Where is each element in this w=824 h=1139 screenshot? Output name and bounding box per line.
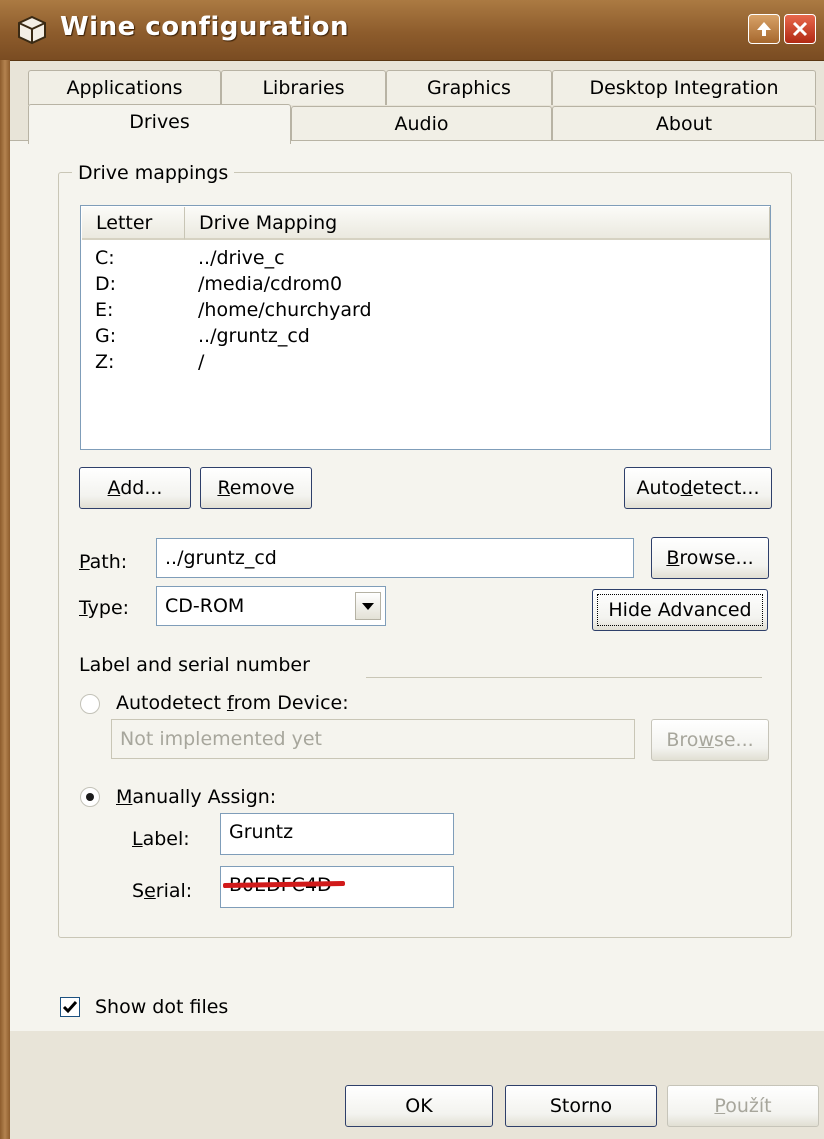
autodetect-device-label: Autodetect from Device: [116, 692, 349, 714]
drive-letter[interactable]: Z: [95, 349, 114, 375]
tab-applications[interactable]: Applications [28, 70, 221, 105]
window-frame [0, 60, 10, 1139]
add-button[interactable]: Add... [79, 467, 191, 509]
ok-button[interactable]: OK [345, 1085, 493, 1127]
tab-label: Drives [129, 111, 190, 133]
drive-mappings-legend: Drive mappings [72, 162, 235, 184]
tab-label: Libraries [262, 77, 345, 99]
manual-assign-radio[interactable] [80, 787, 100, 807]
remove-button[interactable]: Remove [200, 467, 312, 509]
drive-list[interactable]: Letter Drive Mapping C: ../drive_c D: /medi… [80, 205, 771, 450]
drive-letter[interactable]: D: [95, 271, 116, 297]
browse-button[interactable]: Browse... [651, 537, 769, 579]
apply-label: Použít [714, 1095, 772, 1117]
check-icon [62, 1001, 78, 1014]
serial-input[interactable]: B0EDFC4D [220, 866, 454, 908]
drive-mapping[interactable]: /home/churchyard [198, 297, 372, 323]
autodetect-label: Autodetect... [636, 477, 760, 499]
column-drive-mapping[interactable]: Drive Mapping [185, 207, 770, 240]
tab-drives[interactable]: Drives [28, 104, 291, 144]
tab-graphics[interactable]: Graphics [386, 70, 552, 105]
tab-label: Applications [66, 77, 183, 99]
tab-desktop-integration[interactable]: Desktop Integration [552, 70, 816, 105]
arrow-up-icon [757, 22, 771, 36]
tab-libraries[interactable]: Libraries [221, 70, 386, 105]
close-icon [792, 21, 808, 37]
window-title: Wine configuration [60, 12, 349, 42]
path-input[interactable]: ../gruntz_cd [156, 538, 634, 578]
restore-button[interactable] [748, 14, 780, 44]
cancel-button[interactable]: Storno [505, 1085, 657, 1127]
drive-mapping[interactable]: /media/cdrom0 [198, 271, 342, 297]
chevron-down-icon [362, 603, 374, 610]
drive-mapping[interactable]: ../gruntz_cd [198, 323, 310, 349]
drive-mapping[interactable]: / [198, 349, 204, 375]
autodetect-button[interactable]: Autodetect... [624, 467, 772, 509]
tab-label: Desktop Integration [589, 77, 779, 99]
autodetect-device-radio[interactable] [80, 694, 100, 714]
radio-dot [86, 793, 94, 801]
close-button[interactable] [784, 14, 816, 44]
path-label: Path: [79, 551, 128, 573]
add-label: Add... [107, 477, 163, 499]
drive-mapping[interactable]: ../drive_c [198, 245, 285, 271]
remove-label: Remove [217, 477, 295, 499]
type-label: Type: [79, 597, 130, 619]
show-dot-files-label: Show dot files [95, 996, 229, 1018]
type-select[interactable]: CD-ROM [156, 586, 386, 626]
tab-label: Audio [394, 113, 449, 135]
column-letter[interactable]: Letter [82, 207, 185, 240]
device-input[interactable]: Not implemented yet [111, 719, 635, 759]
tab-audio[interactable]: Audio [291, 106, 552, 141]
dropdown-button[interactable] [355, 592, 381, 620]
serial-section-title: Label and serial number [79, 654, 310, 676]
section-divider [366, 677, 762, 678]
label-label: Label: [132, 828, 190, 850]
label-input[interactable]: Gruntz [220, 813, 454, 855]
browse-device-label: Browse... [666, 729, 754, 751]
hide-advanced-button[interactable]: Hide Advanced [592, 589, 768, 631]
tab-about[interactable]: About [552, 106, 816, 141]
wine-app-icon [18, 15, 46, 45]
show-dot-files-checkbox[interactable] [60, 997, 80, 1017]
serial-label: Serial: [132, 880, 193, 902]
tab-label: Graphics [427, 77, 511, 99]
manual-assign-label: Manually Assign: [116, 786, 277, 808]
tab-label: About [655, 113, 713, 135]
browse-device-button[interactable]: Browse... [651, 719, 769, 761]
drive-letter[interactable]: E: [95, 297, 113, 323]
type-value: CD-ROM [165, 595, 245, 617]
apply-button[interactable]: Použít [667, 1085, 819, 1127]
focus-ring [597, 594, 763, 626]
drive-letter[interactable]: G: [95, 323, 116, 349]
browse-label: Browse... [666, 547, 754, 569]
drive-letter[interactable]: C: [95, 245, 115, 271]
